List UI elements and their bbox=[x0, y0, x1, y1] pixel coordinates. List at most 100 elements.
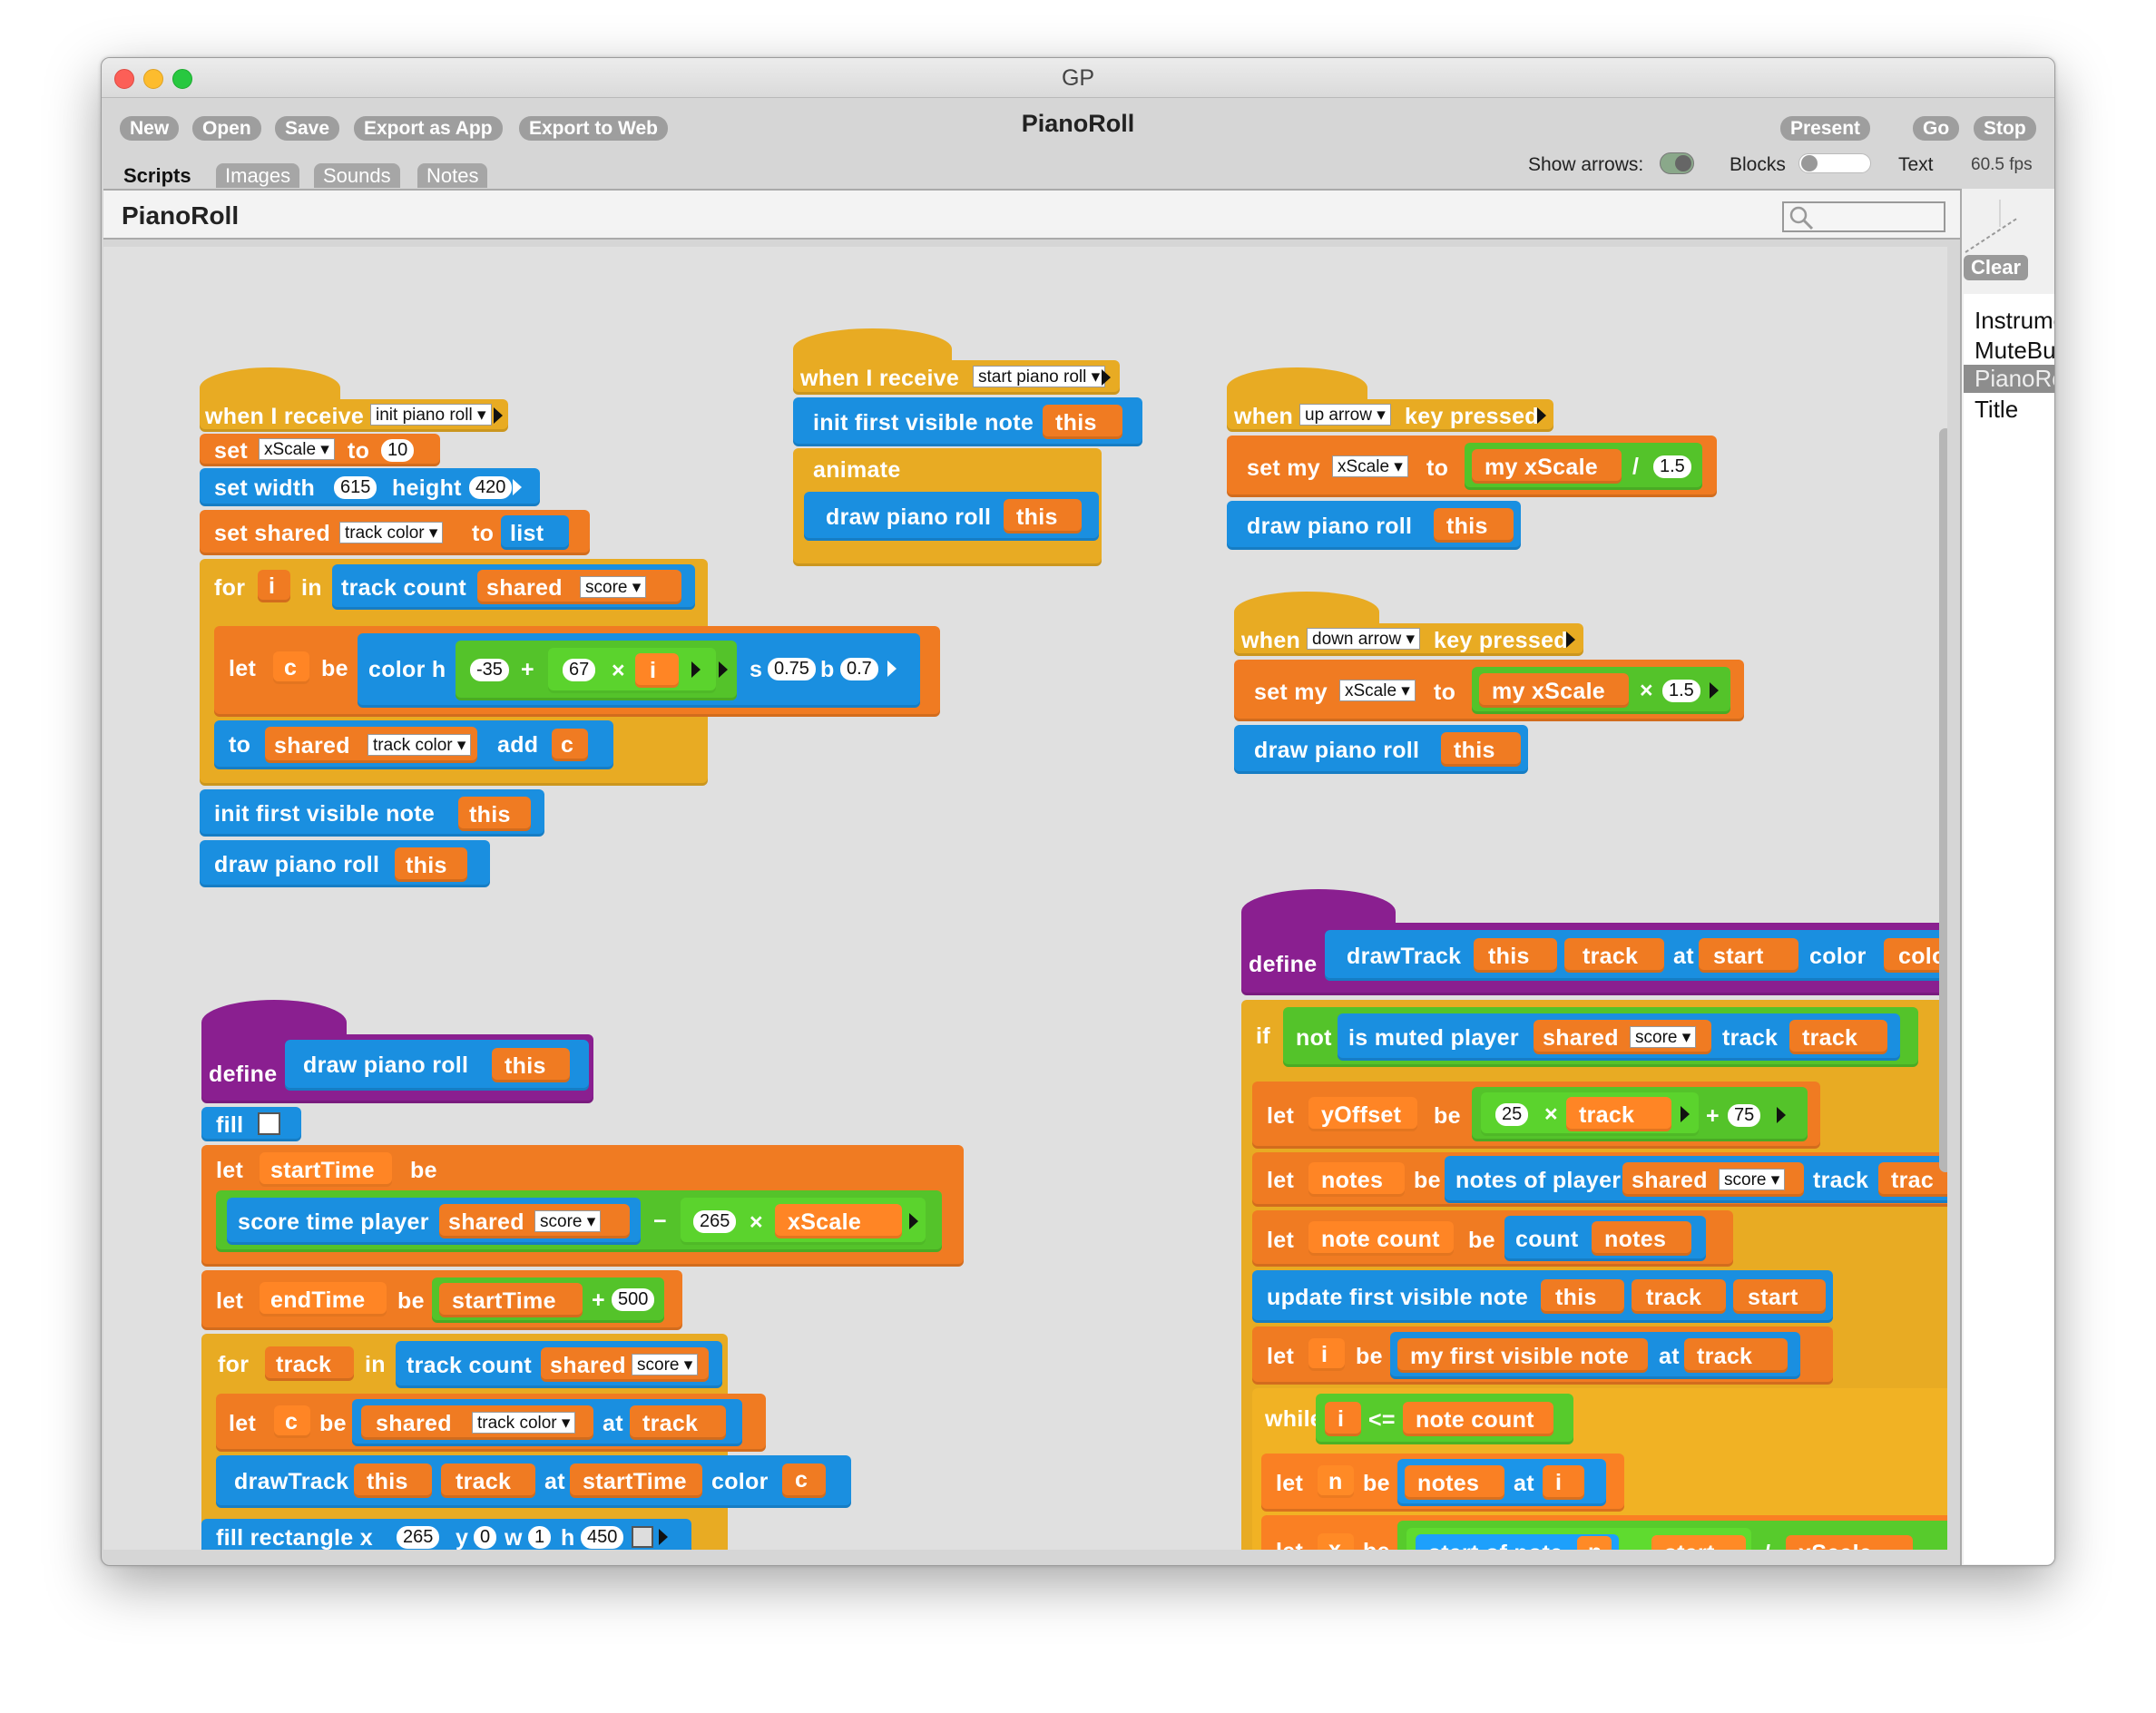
define-drawtrack-block[interactable]: define drawTrack this track at start col… bbox=[1241, 923, 1947, 995]
when-key-block[interactable]: when down arrow ▾ key pressed bbox=[1234, 623, 1583, 656]
dropdown-menu[interactable]: score ▾ bbox=[534, 1210, 602, 1232]
vertical-scrollbar[interactable] bbox=[1939, 428, 1947, 1172]
expand-arrow-icon[interactable] bbox=[1710, 682, 1719, 699]
reporter-block[interactable]: start of note n − start bbox=[1406, 1528, 1751, 1550]
reporter-block[interactable]: n bbox=[1318, 1465, 1354, 1498]
set-size-block[interactable]: set width 615 height 420 bbox=[200, 468, 540, 506]
reporter-block[interactable]: let c be shared track color ▾ at track bbox=[216, 1394, 766, 1452]
dropdown-menu[interactable]: track color ▾ bbox=[472, 1412, 576, 1434]
let-start-time-block[interactable]: let startTime be score time player share… bbox=[201, 1145, 964, 1267]
dropdown-menu[interactable]: score ▾ bbox=[632, 1354, 699, 1375]
var-menu[interactable]: xScale ▾ bbox=[259, 438, 335, 460]
reporter-block[interactable]: my xScale bbox=[1472, 449, 1622, 484]
reporter-block[interactable]: notes bbox=[1405, 1465, 1504, 1500]
dropdown-menu[interactable]: score ▾ bbox=[1719, 1169, 1786, 1190]
export-web-button[interactable]: Export to Web bbox=[519, 116, 668, 141]
expand-arrow-icon[interactable] bbox=[909, 1213, 918, 1229]
reporter-block[interactable]: this bbox=[1434, 508, 1514, 543]
new-button[interactable]: New bbox=[120, 116, 180, 141]
reporter-block[interactable]: this bbox=[1043, 405, 1122, 439]
blocks-text-slider[interactable] bbox=[1798, 153, 1871, 173]
value-input[interactable]: 500 bbox=[612, 1288, 655, 1311]
when-receive-block[interactable]: when I receive init piano roll ▾ bbox=[200, 399, 508, 432]
reporter-block[interactable]: my xScale bbox=[1479, 673, 1629, 708]
stop-button[interactable]: Stop bbox=[1974, 116, 2036, 141]
reporter-block[interactable]: notes bbox=[1592, 1221, 1691, 1256]
reporter-block[interactable]: my first visible note at track bbox=[1390, 1332, 1800, 1379]
present-button[interactable]: Present bbox=[1780, 116, 1871, 141]
number-input[interactable]: 420 bbox=[469, 476, 513, 499]
open-button[interactable]: Open bbox=[192, 116, 261, 141]
fill-block[interactable]: fill bbox=[201, 1107, 301, 1141]
reporter-block[interactable]: list bbox=[501, 515, 569, 550]
for-loop-block[interactable]: for i in track count shared score ▾ let c… bbox=[200, 559, 940, 786]
value-input[interactable]: 1.5 bbox=[1653, 455, 1691, 478]
reporter-block[interactable]: not is muted player shared score ▾ track … bbox=[1283, 1007, 1918, 1067]
expand-arrow-icon[interactable] bbox=[719, 661, 728, 678]
reporter-block[interactable]: track bbox=[1789, 1020, 1887, 1054]
dropdown-menu[interactable]: xScale ▾ bbox=[1339, 680, 1416, 701]
class-list-item[interactable]: Title bbox=[1975, 396, 2054, 424]
reporter-block[interactable]: my first visible note bbox=[1397, 1338, 1648, 1373]
init-first-note-block[interactable]: init first visible note this bbox=[793, 397, 1142, 446]
value-input[interactable]: 265 bbox=[397, 1526, 440, 1549]
value-input[interactable]: 265 bbox=[693, 1210, 737, 1233]
reporter-block[interactable]: shared score ▾ bbox=[1622, 1162, 1804, 1197]
reporter-block[interactable]: shared track color ▾ bbox=[265, 727, 477, 763]
reporter-block[interactable]: c bbox=[274, 1405, 310, 1438]
expand-arrow-icon[interactable] bbox=[659, 1529, 668, 1545]
for-loop-block[interactable]: for track in track count shared score ▾ l… bbox=[201, 1334, 851, 1550]
let-color-block[interactable]: let c be color h -35 + 67 × i s 0.75 b 0… bbox=[214, 626, 940, 717]
reporter-block[interactable]: n bbox=[1577, 1536, 1612, 1550]
key-menu[interactable]: down arrow ▾ bbox=[1307, 628, 1421, 650]
reporter-block[interactable]: drawTrack this track at startTime color … bbox=[216, 1455, 851, 1508]
scripts-canvas[interactable]: when I receive init piano roll ▾ set xSc… bbox=[103, 247, 1947, 1550]
reporter-block[interactable]: while i <= note count let n be notes at … bbox=[1252, 1388, 1947, 1550]
reporter-block[interactable]: let n be notes at i bbox=[1261, 1454, 1624, 1512]
reporter-block[interactable]: i bbox=[1325, 1402, 1361, 1436]
reporter-block[interactable]: track bbox=[1564, 938, 1664, 973]
search-input[interactable] bbox=[1782, 201, 1945, 232]
reporter-block[interactable]: color h -35 + 67 × i s 0.75 b 0.7 bbox=[358, 633, 920, 708]
reporter-block[interactable]: this bbox=[395, 847, 467, 882]
reporter-block[interactable]: startTime bbox=[260, 1152, 392, 1187]
export-app-button[interactable]: Export as App bbox=[354, 116, 503, 141]
expand-arrow-icon[interactable] bbox=[1777, 1107, 1786, 1123]
message-menu[interactable]: start piano roll ▾ bbox=[973, 366, 1106, 387]
reporter-block[interactable]: 67 × i bbox=[548, 648, 716, 693]
expand-arrow-icon[interactable] bbox=[494, 407, 503, 424]
value-input[interactable]: 25 bbox=[1495, 1103, 1529, 1126]
reporter-block[interactable]: shared score ▾ bbox=[1534, 1020, 1711, 1054]
value-input[interactable]: -35 bbox=[470, 659, 509, 681]
save-button[interactable]: Save bbox=[275, 116, 340, 141]
reporter-block[interactable]: track bbox=[1684, 1338, 1788, 1373]
class-list-item-selected[interactable]: PianoRo bbox=[1964, 365, 2054, 393]
reporter-block[interactable]: yOffset bbox=[1308, 1097, 1417, 1131]
expand-arrow-icon[interactable] bbox=[1566, 631, 1575, 648]
expand-arrow-icon[interactable] bbox=[887, 661, 897, 677]
reporter-block[interactable]: let yOffset be 25 × track + 75 bbox=[1252, 1082, 1820, 1149]
value-input[interactable]: 0.75 bbox=[768, 658, 816, 680]
reporter-block[interactable]: i <= note count bbox=[1316, 1394, 1573, 1444]
value-input[interactable]: 67 bbox=[563, 659, 596, 681]
when-key-block[interactable]: when up arrow ▾ key pressed bbox=[1227, 399, 1553, 432]
if-block[interactable]: if not is muted player shared score ▾ tra… bbox=[1241, 1000, 1947, 1550]
show-arrows-toggle[interactable] bbox=[1660, 152, 1694, 174]
reporter-block[interactable]: start of note n bbox=[1416, 1534, 1619, 1550]
init-first-note-block[interactable]: init first visible note this bbox=[200, 789, 544, 837]
reporter-block[interactable]: i bbox=[1543, 1465, 1584, 1500]
reporter-block[interactable]: this bbox=[492, 1048, 570, 1082]
tab-sounds[interactable]: Sounds bbox=[314, 163, 400, 188]
set-var-block[interactable]: set xScale ▾ to 10 bbox=[200, 434, 440, 466]
reporter-block[interactable]: i bbox=[635, 653, 679, 688]
clear-button[interactable]: Clear bbox=[1964, 255, 2029, 280]
message-menu[interactable]: init piano roll ▾ bbox=[370, 404, 492, 426]
reporter-block[interactable]: draw piano roll this bbox=[804, 492, 1099, 541]
reporter-block[interactable]: track bbox=[630, 1405, 726, 1440]
reporter-block[interactable]: track bbox=[1632, 1279, 1726, 1314]
reporter-block[interactable]: score time player shared score ▾ − 265 × … bbox=[216, 1190, 942, 1252]
value-input[interactable]: 450 bbox=[581, 1526, 624, 1549]
set-shared-block[interactable]: set shared track color ▾ to list bbox=[200, 510, 590, 555]
reporter-block[interactable]: c bbox=[552, 729, 588, 761]
when-receive-block[interactable]: when I receive start piano roll ▾ bbox=[793, 360, 1120, 395]
